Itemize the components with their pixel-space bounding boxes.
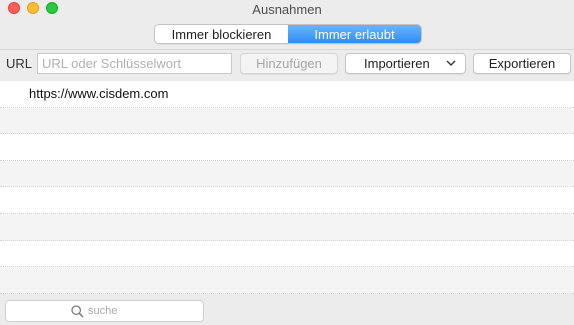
chevron-down-icon (446, 60, 456, 66)
list-item[interactable]: https://www.cisdem.com (0, 81, 574, 108)
list-item[interactable] (0, 160, 574, 188)
list-item[interactable] (0, 107, 574, 135)
search-input[interactable] (88, 303, 198, 319)
title-bar: Ausnahmen (0, 0, 574, 18)
exceptions-list: https://www.cisdem.com (0, 81, 574, 294)
export-button[interactable]: Exportieren (473, 53, 571, 74)
list-item[interactable] (0, 134, 574, 161)
list-item[interactable] (0, 187, 574, 214)
search-field[interactable] (5, 300, 204, 322)
import-dropdown-button[interactable]: Importieren (345, 53, 466, 74)
tab-always-block[interactable]: Immer blockieren (155, 25, 288, 43)
add-button[interactable]: Hinzufügen (240, 53, 338, 74)
list-item[interactable] (0, 241, 574, 268)
url-input[interactable] (37, 53, 232, 74)
import-label: Importieren (364, 56, 430, 71)
url-label: URL (6, 56, 33, 71)
tab-always-allow[interactable]: Immer erlaubt (288, 25, 421, 43)
window-title: Ausnahmen (252, 2, 322, 17)
list-item[interactable] (0, 267, 574, 294)
list-item[interactable] (0, 213, 574, 241)
toolbar-divider (0, 49, 574, 50)
search-icon (71, 305, 84, 318)
mode-segmented-control: Immer blockieren Immer erlaubt (154, 24, 422, 44)
